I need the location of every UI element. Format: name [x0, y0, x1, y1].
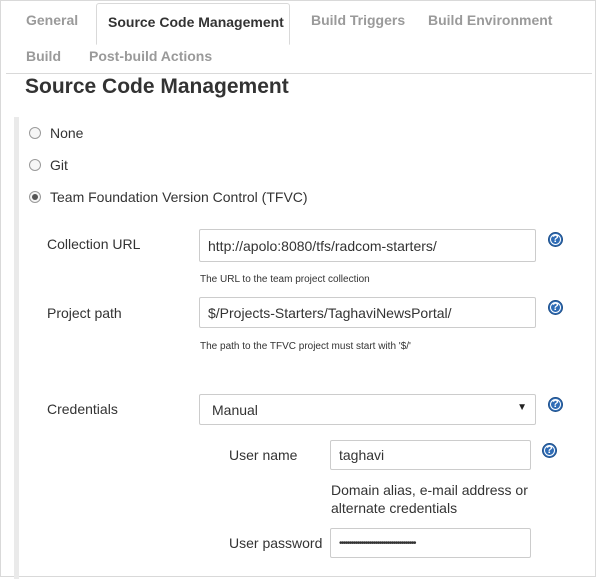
user-password-masked: ••••••••••••••••••••••••••••••••••••••	[339, 537, 417, 549]
help-question-icon[interactable]: ?	[548, 300, 563, 315]
section-title: Source Code Management	[25, 75, 289, 98]
help-question-icon[interactable]: ?	[548, 232, 563, 247]
scm-option-git[interactable]: Git	[29, 157, 68, 173]
tab-build-environment[interactable]: Build Environment	[428, 12, 552, 28]
user-password-input[interactable]: ••••••••••••••••••••••••••••••••••••••	[330, 528, 531, 558]
tab-build-triggers[interactable]: Build Triggers	[311, 12, 405, 28]
user-password-label: User password	[229, 535, 323, 551]
tab-post-build-actions[interactable]: Post-build Actions	[89, 48, 212, 64]
scm-option-tfvc[interactable]: Team Foundation Version Control (TFVC)	[29, 189, 308, 205]
section-indent-bar	[14, 117, 19, 579]
user-name-input[interactable]: taghavi	[330, 440, 531, 470]
tab-source-code-management[interactable]: Source Code Management	[96, 3, 290, 45]
tabs-divider	[6, 73, 592, 74]
chevron-down-icon: ▼	[517, 402, 527, 413]
collection-url-value: http://apolo:8080/tfs/radcom-starters/	[208, 237, 437, 254]
collection-url-input[interactable]: http://apolo:8080/tfs/radcom-starters/	[199, 229, 536, 262]
project-path-label: Project path	[47, 305, 122, 321]
scm-option-none-label: None	[50, 125, 84, 141]
help-question-icon[interactable]: ?	[548, 397, 563, 412]
scm-option-tfvc-label: Team Foundation Version Control (TFVC)	[50, 189, 308, 205]
project-path-input[interactable]: $/Projects-Starters/TaghaviNewsPortal/	[199, 297, 536, 328]
tab-build[interactable]: Build	[26, 48, 61, 64]
project-path-hint: The path to the TFVC project must start …	[200, 341, 411, 352]
user-name-value: taghavi	[339, 447, 385, 463]
tab-general[interactable]: General	[26, 12, 78, 28]
user-name-description-line1: Domain alias, e-mail address or	[331, 482, 528, 498]
scm-option-git-label: Git	[50, 157, 68, 173]
scm-option-none[interactable]: None	[29, 125, 83, 141]
collection-url-label: Collection URL	[47, 236, 141, 252]
user-name-label: User name	[229, 447, 298, 463]
user-name-description-line2: alternate credentials	[331, 500, 458, 516]
credentials-select[interactable]: Manual ▼	[199, 394, 536, 425]
radio-tfvc[interactable]	[29, 191, 41, 203]
radio-git[interactable]	[29, 159, 41, 171]
radio-none[interactable]	[29, 127, 41, 139]
collection-url-hint: The URL to the team project collection	[200, 274, 370, 285]
credentials-label: Credentials	[47, 401, 118, 417]
project-path-value: $/Projects-Starters/TaghaviNewsPortal/	[208, 304, 452, 321]
credentials-selected-value: Manual	[212, 401, 258, 418]
help-question-icon[interactable]: ?	[542, 443, 557, 458]
